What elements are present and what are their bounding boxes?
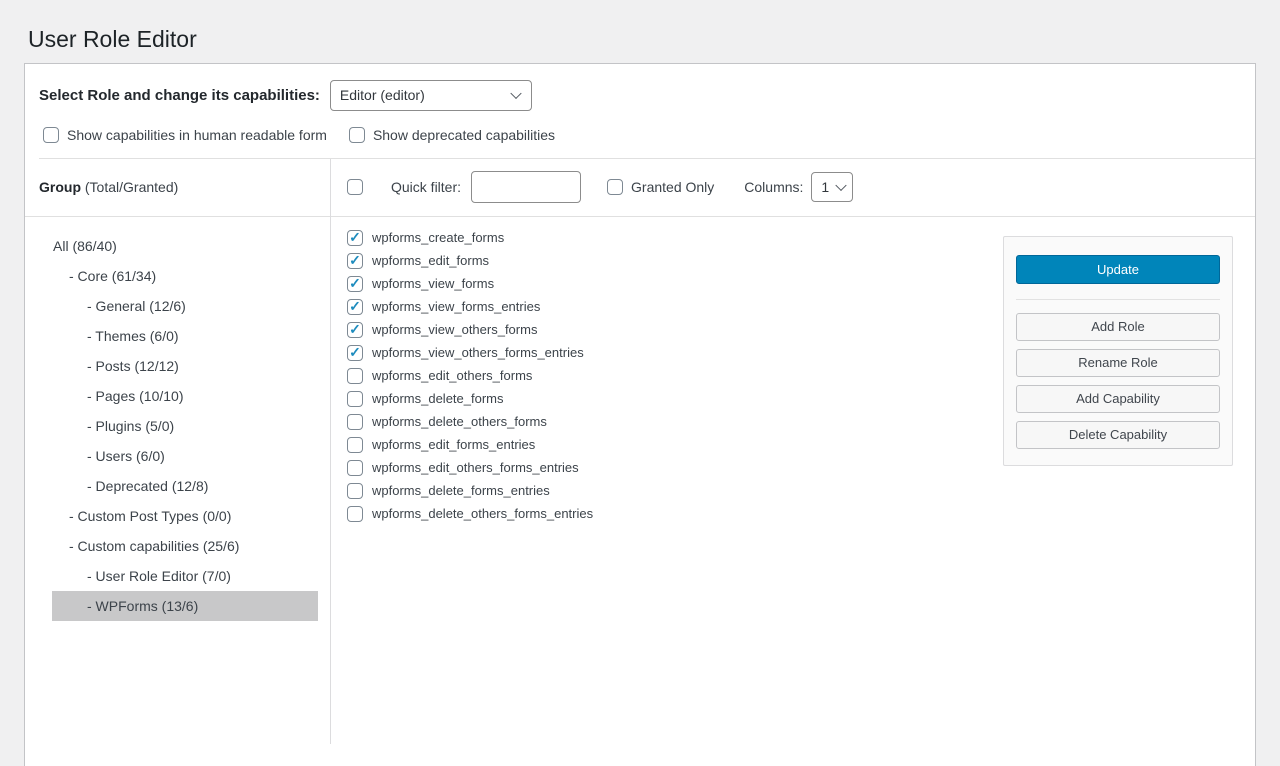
columns-select[interactable]: 1: [811, 172, 853, 202]
capability-checkbox[interactable]: ✓: [347, 345, 363, 361]
select-role-label: Select Role and change its capabilities:: [39, 87, 320, 104]
update-button[interactable]: Update: [1016, 255, 1220, 284]
capability-checkbox[interactable]: ✓: [347, 299, 363, 315]
group-header: Group (Total/Granted): [25, 159, 330, 217]
group-item[interactable]: - Deprecated (12/8): [52, 471, 318, 501]
capability-row: ✓ wpforms_edit_others_forms_entries: [347, 460, 1003, 476]
capability-row: ✓ wpforms_view_others_forms: [347, 322, 1003, 338]
rename-role-button[interactable]: Rename Role: [1016, 349, 1220, 377]
capability-row: ✓ wpforms_edit_forms: [347, 253, 1003, 269]
capability-label[interactable]: wpforms_delete_forms_entries: [372, 483, 550, 498]
capability-checkbox[interactable]: ✓: [347, 230, 363, 246]
capability-row: ✓ wpforms_delete_forms_entries: [347, 483, 1003, 499]
add-capability-button[interactable]: Add Capability: [1016, 385, 1220, 413]
columns-select-value: 1: [821, 179, 829, 195]
capability-label[interactable]: wpforms_view_forms_entries: [372, 299, 540, 314]
group-item[interactable]: - Plugins (5/0): [52, 411, 318, 441]
capability-checkbox[interactable]: ✓: [347, 460, 363, 476]
human-readable-label[interactable]: Show capabilities in human readable form: [67, 127, 327, 143]
show-deprecated-label[interactable]: Show deprecated capabilities: [373, 127, 555, 143]
group-item[interactable]: - Core (61/34): [52, 261, 318, 291]
capability-label[interactable]: wpforms_view_others_forms_entries: [372, 345, 584, 360]
chevron-down-icon: [510, 88, 521, 99]
capability-label[interactable]: wpforms_view_forms: [372, 276, 494, 291]
capabilities-pane: ✓ Quick filter: ✓ Granted Only Columns: …: [331, 159, 1255, 744]
capability-label[interactable]: wpforms_view_others_forms: [372, 322, 537, 337]
group-item[interactable]: - Custom Post Types (0/0): [52, 501, 318, 531]
capability-label[interactable]: wpforms_delete_others_forms: [372, 414, 547, 429]
capability-list: ✓ wpforms_create_forms ✓ wpforms_edit_forms…: [331, 217, 1003, 744]
capability-checkbox[interactable]: ✓: [347, 437, 363, 453]
capability-label[interactable]: wpforms_create_forms: [372, 230, 504, 245]
group-item[interactable]: - Pages (10/10): [52, 381, 318, 411]
capability-row: ✓ wpforms_create_forms: [347, 230, 1003, 246]
delete-capability-button[interactable]: Delete Capability: [1016, 421, 1220, 449]
quick-filter-input[interactable]: [471, 171, 581, 203]
select-all-checkbox[interactable]: ✓: [347, 179, 363, 195]
capability-label[interactable]: wpforms_edit_others_forms: [372, 368, 532, 383]
capability-label[interactable]: wpforms_delete_forms: [372, 391, 504, 406]
capability-checkbox[interactable]: ✓: [347, 368, 363, 384]
filter-bar: ✓ Quick filter: ✓ Granted Only Columns: …: [331, 159, 1255, 217]
quick-filter-label: Quick filter:: [391, 179, 461, 195]
columns-label: Columns:: [744, 179, 803, 195]
top-section: Select Role and change its capabilities:…: [25, 64, 1255, 158]
capability-row: ✓ wpforms_edit_forms_entries: [347, 437, 1003, 453]
panel-divider: [1016, 299, 1220, 300]
user-role-editor-panel: Select Role and change its capabilities:…: [24, 63, 1256, 766]
capability-checkbox[interactable]: ✓: [347, 414, 363, 430]
group-item[interactable]: All (86/40): [52, 231, 318, 261]
show-deprecated-checkbox[interactable]: ✓: [349, 127, 365, 143]
capability-checkbox[interactable]: ✓: [347, 253, 363, 269]
capability-row: ✓ wpforms_delete_others_forms_entries: [347, 506, 1003, 522]
add-role-button[interactable]: Add Role: [1016, 313, 1220, 341]
page-title: User Role Editor: [0, 0, 1280, 54]
chevron-down-icon: [836, 180, 847, 191]
group-item[interactable]: - WPForms (13/6): [52, 591, 318, 621]
group-header-bold: Group: [39, 179, 81, 195]
granted-only-label[interactable]: Granted Only: [631, 179, 714, 195]
capability-row: ✓ wpforms_delete_others_forms: [347, 414, 1003, 430]
capability-row: ✓ wpforms_view_forms: [347, 276, 1003, 292]
group-header-rest: (Total/Granted): [81, 179, 178, 195]
capability-checkbox[interactable]: ✓: [347, 322, 363, 338]
group-item[interactable]: - Custom capabilities (25/6): [52, 531, 318, 561]
capability-row: ✓ wpforms_view_forms_entries: [347, 299, 1003, 315]
capability-checkbox[interactable]: ✓: [347, 506, 363, 522]
action-panel: Update Add Role Rename Role Add Capabili…: [1003, 236, 1233, 466]
group-item[interactable]: - Themes (6/0): [52, 321, 318, 351]
granted-only-checkbox[interactable]: ✓: [607, 179, 623, 195]
capability-row: ✓ wpforms_delete_forms: [347, 391, 1003, 407]
capability-row: ✓ wpforms_edit_others_forms: [347, 368, 1003, 384]
capability-label[interactable]: wpforms_delete_others_forms_entries: [372, 506, 593, 521]
capability-label[interactable]: wpforms_edit_forms_entries: [372, 437, 535, 452]
capability-checkbox[interactable]: ✓: [347, 391, 363, 407]
role-select[interactable]: Editor (editor): [330, 80, 532, 111]
role-select-value: Editor (editor): [340, 87, 425, 103]
capability-checkbox[interactable]: ✓: [347, 483, 363, 499]
groups-pane: Group (Total/Granted) All (86/40)- Core …: [25, 159, 331, 744]
capability-row: ✓ wpforms_view_others_forms_entries: [347, 345, 1003, 361]
group-item[interactable]: - Posts (12/12): [52, 351, 318, 381]
capability-label[interactable]: wpforms_edit_others_forms_entries: [372, 460, 579, 475]
human-readable-checkbox[interactable]: ✓: [43, 127, 59, 143]
group-item[interactable]: - Users (6/0): [52, 441, 318, 471]
group-tree: All (86/40)- Core (61/34)- General (12/6…: [25, 217, 330, 621]
group-item[interactable]: - User Role Editor (7/0): [52, 561, 318, 591]
group-item[interactable]: - General (12/6): [52, 291, 318, 321]
capability-checkbox[interactable]: ✓: [347, 276, 363, 292]
capability-label[interactable]: wpforms_edit_forms: [372, 253, 489, 268]
